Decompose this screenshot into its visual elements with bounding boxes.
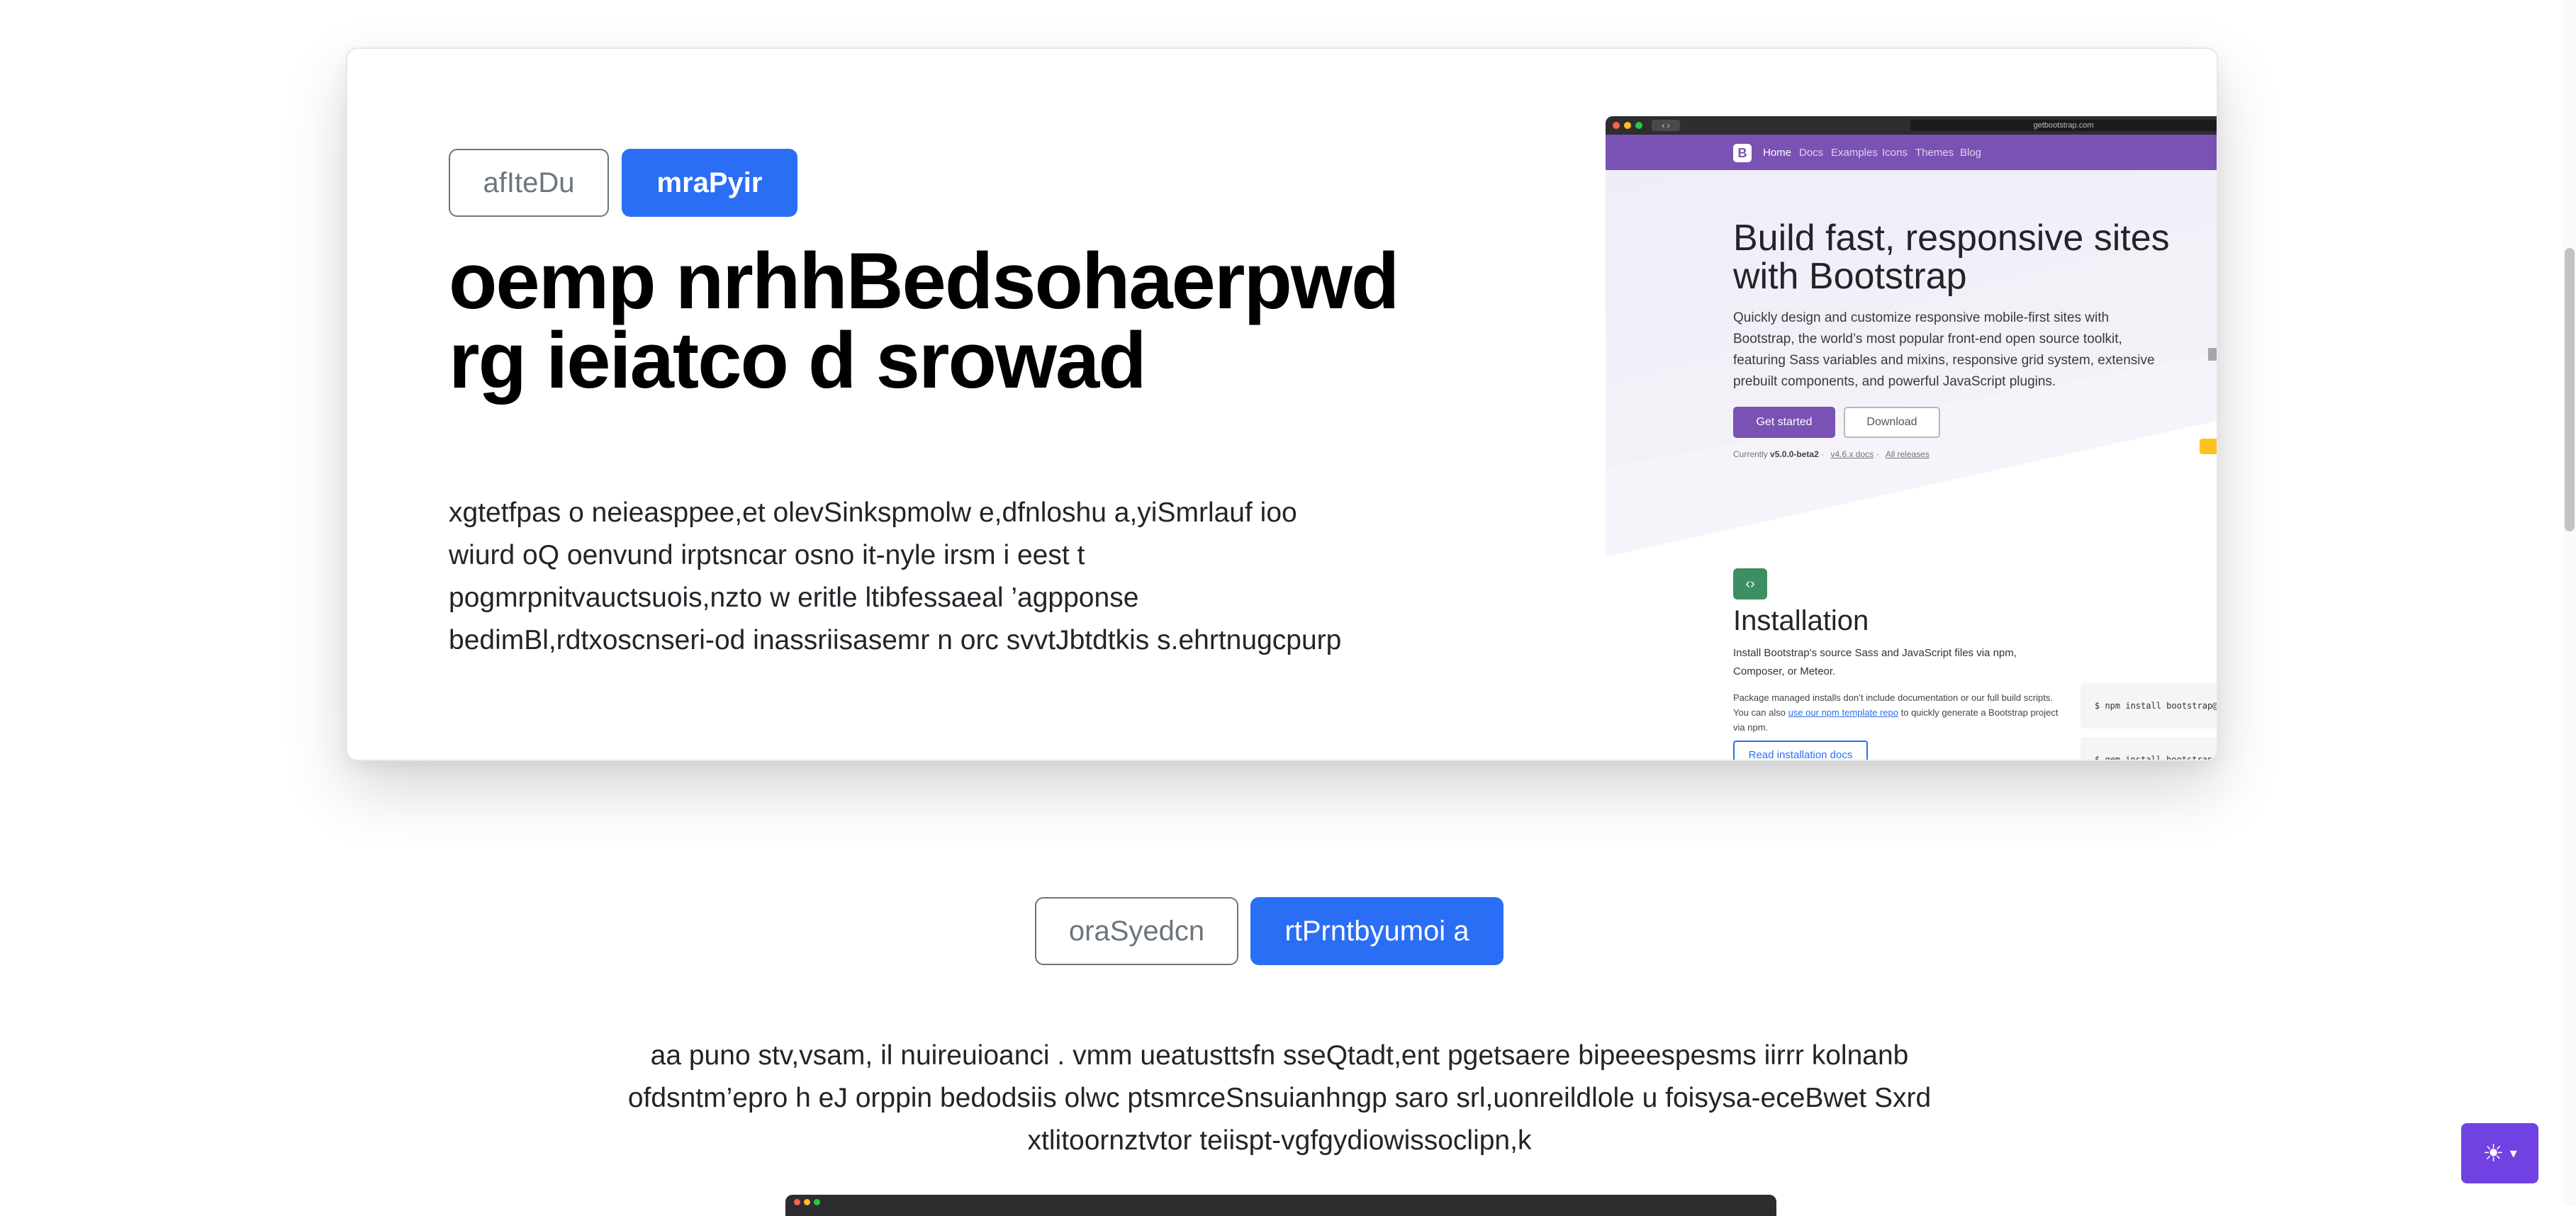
browser-nav-arrows-icon: ‹ ›	[1652, 120, 1680, 131]
section-paragraph: aa puno stv,vsam, il nuireuioanci . vmm …	[627, 1040, 1932, 1156]
screenshot-nav-themes: Themes	[1915, 147, 1954, 159]
screenshot-navbar: B Home Docs Examples Icons Themes Blog	[1606, 135, 2217, 170]
hero-title: oemp nrhhBedsohaerpwd rg ieiatco d srowa…	[449, 237, 1399, 405]
page-scrollbar[interactable]	[2563, 0, 2576, 1206]
browser-chrome: ‹ › getbootstrap.com	[1606, 116, 2217, 135]
theme-toggle-button[interactable]: ☀ ▾	[2461, 1123, 2538, 1183]
minimize-dot-icon	[1624, 122, 1631, 129]
close-dot-icon	[794, 1199, 800, 1205]
gem-install-code: $ gem install bootstrap -	[2081, 737, 2217, 760]
screenshot-lead: Quickly design and customize responsive …	[1733, 310, 2155, 389]
screenshot-nav-blog: Blog	[1960, 147, 1982, 159]
chevron-down-icon: ▾	[2509, 1146, 2517, 1161]
maximize-dot-icon	[1635, 122, 1642, 129]
section-primary-button[interactable]: rtPrntbyumoi a	[1250, 897, 1503, 965]
screenshot-installation-heading: Installation	[1733, 605, 1869, 636]
browser-url-bar: getbootstrap.com	[1910, 120, 2217, 131]
bootstrap-site-screenshot: ‹ › getbootstrap.com B Home Docs Example…	[1606, 116, 2217, 760]
screenshot-version-meta: Currently v5.0.0-beta2 · v4.6.x docs · A…	[1733, 449, 1930, 459]
screenshot-nav-icons: Icons	[1882, 147, 1908, 159]
hero-primary-button[interactable]: mraPyir	[622, 149, 797, 217]
bootstrap-logo: B	[1733, 144, 1752, 162]
section-outline-button[interactable]: oraSyedcn	[1035, 897, 1238, 965]
decorative-square-icon	[2208, 348, 2217, 361]
screenshot-read-docs-button: Read installation docs	[1733, 741, 1868, 760]
sun-icon: ☀	[2482, 1139, 2504, 1167]
minimize-dot-icon	[804, 1199, 810, 1205]
close-dot-icon	[1613, 122, 1620, 129]
screenshot-package-text: Package managed installs don’t include d…	[1733, 692, 2059, 733]
screenshot-installation-text: Install Bootstrap’s source Sass and Java…	[1733, 647, 2017, 677]
maximize-dot-icon	[814, 1199, 820, 1205]
screenshot-nav-examples: Examples	[1831, 147, 1878, 159]
decorative-badge-icon	[2200, 439, 2217, 454]
scrollbar-thumb[interactable]	[2565, 248, 2575, 531]
code-icon: ‹›	[1733, 568, 1767, 599]
bottom-screenshot-preview	[785, 1195, 1776, 1216]
hero-card: afIteDu mraPyir oemp nrhhBedsohaerpwd rg…	[346, 47, 2218, 761]
screenshot-nav-docs: Docs	[1799, 147, 1824, 159]
screenshot-download-button: Download	[1844, 407, 1940, 438]
screenshot-get-started-button: Get started	[1733, 407, 1835, 438]
screenshot-nav-home: Home	[1763, 147, 1792, 159]
hero-outline-button[interactable]: afIteDu	[449, 149, 609, 217]
npm-install-code: $ npm install bootstrap@n	[2081, 683, 2217, 728]
screenshot-title: Build fast, responsive sites with Bootst…	[1733, 218, 2170, 297]
hero-lead: xgtetfpas o neieasppee,et olevSinkspmolw…	[449, 497, 1342, 655]
